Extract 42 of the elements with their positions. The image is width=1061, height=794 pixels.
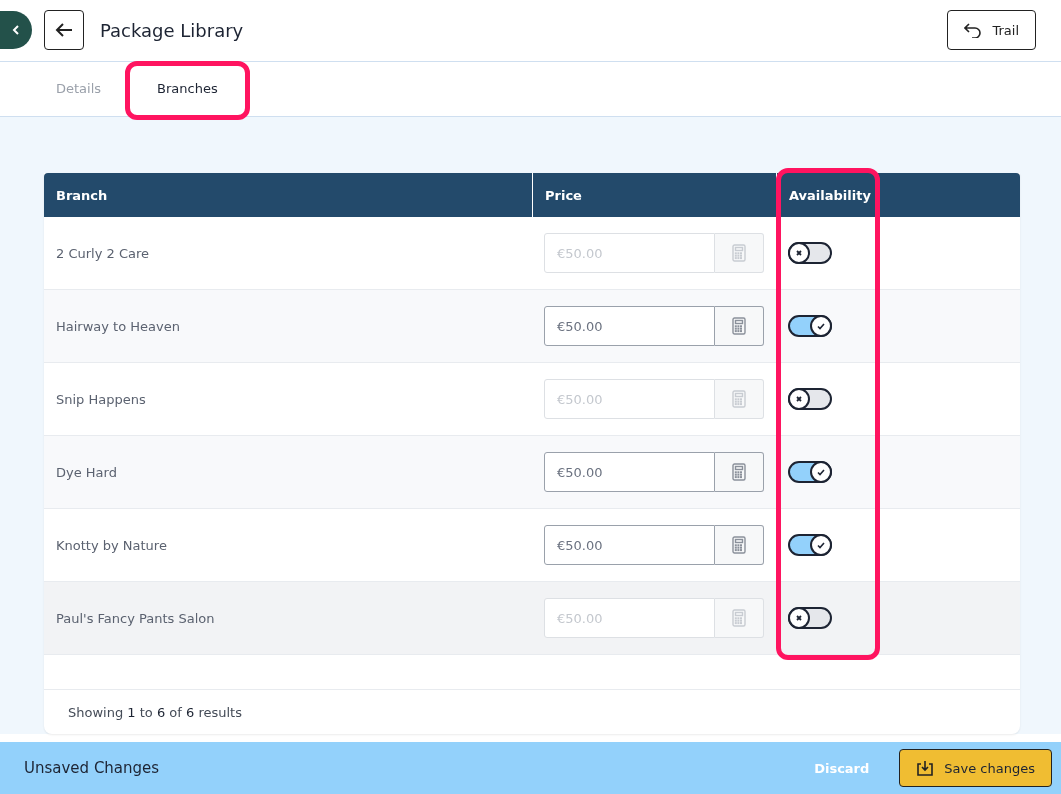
price-field[interactable]: €50.00 [544, 525, 715, 566]
back-button[interactable] [44, 10, 84, 51]
check-icon [817, 322, 825, 330]
check-icon [817, 541, 825, 549]
x-icon [796, 396, 802, 403]
calculator-icon [732, 463, 746, 482]
tab[interactable]: Branches [135, 71, 240, 107]
save-button[interactable]: Save changes [899, 749, 1052, 788]
chevron-left-icon [12, 25, 20, 36]
calculator-button[interactable] [715, 525, 764, 566]
availability-toggle[interactable] [788, 461, 832, 484]
arrow-left-icon [55, 22, 73, 39]
column-header: Branch [55, 186, 109, 205]
branch-name: Snip Happens [56, 391, 146, 407]
branch-name: Knotty by Nature [56, 537, 167, 553]
calculator-icon [732, 390, 746, 409]
branch-name: 2 Curly 2 Care [56, 245, 149, 261]
calculator-icon [732, 244, 746, 263]
calculator-icon [732, 536, 746, 555]
calculator-icon [732, 609, 746, 628]
calculator-icon [732, 317, 746, 336]
price-field[interactable]: €50.00 [544, 452, 715, 493]
availability-toggle[interactable] [788, 534, 832, 557]
trail-button[interactable]: Trail [947, 10, 1036, 51]
availability-toggle[interactable] [788, 607, 832, 630]
check-icon [817, 468, 825, 476]
x-icon [796, 250, 802, 257]
branch-name: Dye Hard [56, 464, 117, 480]
pagination-summary: Showing 1 to 6 of 6 results [68, 704, 242, 720]
download-tray-icon [916, 760, 935, 777]
x-icon [796, 615, 802, 622]
page-title: Package Library [100, 19, 245, 41]
branch-name: Hairway to Heaven [56, 318, 180, 334]
availability-toggle[interactable] [788, 242, 832, 265]
availability-toggle[interactable] [788, 388, 832, 411]
collapse-sidebar-button[interactable] [0, 11, 32, 50]
availability-toggle[interactable] [788, 315, 832, 338]
unsaved-message: Unsaved Changes [24, 759, 161, 778]
undo-icon [964, 22, 983, 39]
branch-name: Paul's Fancy Pants Salon [56, 610, 215, 626]
price-field[interactable]: €50.00 [544, 306, 715, 347]
tab[interactable]: Details [34, 71, 124, 107]
